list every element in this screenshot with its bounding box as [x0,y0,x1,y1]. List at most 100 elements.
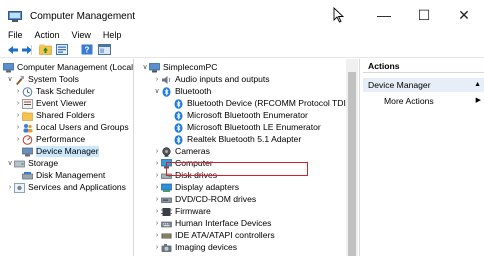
tree-item-computer-management[interactable]: Computer Management (Local) [3,62,133,73]
device-category-audio[interactable]: › Audio inputs and outputs [153,74,270,85]
tree-item-performance[interactable]: › Performance [14,134,85,145]
device-category-dvd[interactable]: › DVD/CD-ROM drives [153,194,256,205]
menu-file[interactable]: File [8,30,23,40]
dvd-icon [161,195,172,205]
toolbar-separator [31,45,32,55]
actions-section-label: Device Manager [368,80,431,90]
services-icon [14,182,25,193]
tree-item-device-manager[interactable]: Device Manager [22,146,99,157]
chevron-down-icon[interactable]: ∨ [141,62,149,73]
back-arrow-icon[interactable] [6,43,20,56]
device-tree-root[interactable]: ∨ SimplecomPC [141,62,217,73]
chevron-right-icon[interactable]: › [6,182,14,193]
tree-item-services[interactable]: › Services and Applications [6,182,126,193]
device-bluetooth-rfcomm[interactable]: Bluetooth Device (RFCOMM Protocol TDI) [173,98,349,109]
up-folder-icon[interactable] [38,43,52,56]
chevron-right-icon[interactable]: › [14,86,22,97]
computer-management-icon [8,11,22,22]
chevron-down-icon[interactable]: ∨ [6,74,14,85]
device-manager-icon [22,147,33,157]
actions-header: Actions [363,59,484,73]
chevron-right-icon[interactable]: › [153,218,161,229]
tools-icon [14,75,25,85]
chevron-right-icon[interactable]: › [153,170,161,181]
device-category-hid[interactable]: › Human Interface Devices [153,218,272,229]
console-icon[interactable] [97,43,111,56]
chevron-right-icon[interactable]: › [14,110,22,121]
device-category-imaging[interactable]: › Imaging devices [153,242,237,253]
chevron-right-icon[interactable]: › [14,98,22,109]
chevron-right-icon[interactable]: › [14,122,22,133]
bluetooth-icon [173,110,184,121]
device-category-bluetooth[interactable]: ∨ Bluetooth [153,86,211,97]
tree-item-disk-management[interactable]: Disk Management [22,170,105,181]
device-ms-bluetooth-le-enumerator[interactable]: Microsoft Bluetooth LE Enumerator [173,122,321,133]
window-title: Computer Management [30,11,136,22]
actions-section-device-manager[interactable]: Device Manager ▲ [363,78,484,92]
camera-icon [161,146,172,157]
svg-text:?: ? [85,46,90,55]
menu-bar: File Action View Help [0,28,484,42]
device-ms-bluetooth-enumerator[interactable]: Microsoft Bluetooth Enumerator [173,110,308,121]
help-icon[interactable]: ? [80,43,94,56]
tree-item-system-tools[interactable]: ∨ System Tools [6,74,79,85]
bluetooth-icon [161,86,172,97]
ide-icon [161,231,172,241]
computer-management-icon [3,62,14,73]
chevron-down-icon[interactable]: ∨ [153,86,161,97]
bluetooth-icon [173,122,184,133]
device-tree: ∨ SimplecomPC › Audio inputs and outputs… [137,59,360,256]
device-category-ide[interactable]: › IDE ATA/ATAPI controllers [153,230,275,241]
device-category-display-adapters[interactable]: › Display adapters [153,182,239,193]
tree-item-storage[interactable]: ∨ Storage [6,158,58,169]
chevron-right-icon[interactable]: › [153,74,161,85]
chevron-right-icon[interactable]: › [153,158,161,169]
chevron-right-icon[interactable]: › [153,194,161,205]
display-adapter-icon [161,183,172,193]
chevron-right-icon[interactable]: › [153,230,161,241]
clock-icon [22,86,33,97]
menu-help[interactable]: Help [103,30,122,40]
computer-icon [149,62,160,73]
disk-management-icon [22,171,33,181]
more-actions-link[interactable]: More Actions [384,96,434,106]
tree-item-task-scheduler[interactable]: › Task Scheduler [14,86,95,97]
properties-icon[interactable] [55,43,69,56]
mouse-cursor-icon [333,7,345,23]
minimize-button[interactable]: — [364,0,404,30]
menu-action[interactable]: Action [35,30,60,40]
event-viewer-icon [22,98,33,109]
tree-item-shared-folders[interactable]: › Shared Folders [14,110,95,121]
submenu-arrow-icon[interactable]: ▶ [476,96,481,104]
toolbar: ? [0,42,484,58]
collapse-arrow-icon[interactable]: ▲ [474,81,481,88]
imaging-icon [161,243,172,253]
highlight-box [166,162,308,176]
tree-item-event-viewer[interactable]: › Event Viewer [14,98,86,109]
storage-icon [14,159,25,169]
bluetooth-icon [173,98,184,109]
users-icon [22,123,33,133]
chevron-right-icon[interactable]: › [153,242,161,253]
device-realtek-bluetooth-adapter[interactable]: Realtek Bluetooth 5.1 Adapter [173,134,301,145]
menu-view[interactable]: View [72,30,91,40]
console-tree: Computer Management (Local) ∨ System Too… [0,59,134,256]
maximize-button[interactable]: ☐ [404,0,444,30]
device-tree-scroll-thumb[interactable] [348,72,356,256]
chevron-down-icon[interactable]: ∨ [6,158,14,169]
chevron-right-icon[interactable]: › [153,146,161,157]
device-category-firmware[interactable]: › Firmware [153,206,211,217]
actions-pane: Actions Device Manager ▲ More Actions ▶ [363,59,484,256]
bluetooth-icon [173,134,184,145]
chevron-right-icon[interactable]: › [153,206,161,217]
audio-icon [161,75,172,85]
performance-icon [22,134,33,145]
firmware-icon [161,207,172,217]
device-category-cameras[interactable]: › Cameras [153,146,210,157]
chevron-right-icon[interactable]: › [153,182,161,193]
tree-item-local-users[interactable]: › Local Users and Groups [14,122,129,133]
shared-folder-icon [22,111,33,121]
close-button[interactable]: ✕ [444,0,484,30]
chevron-right-icon[interactable]: › [14,134,22,145]
hid-icon [161,219,172,229]
